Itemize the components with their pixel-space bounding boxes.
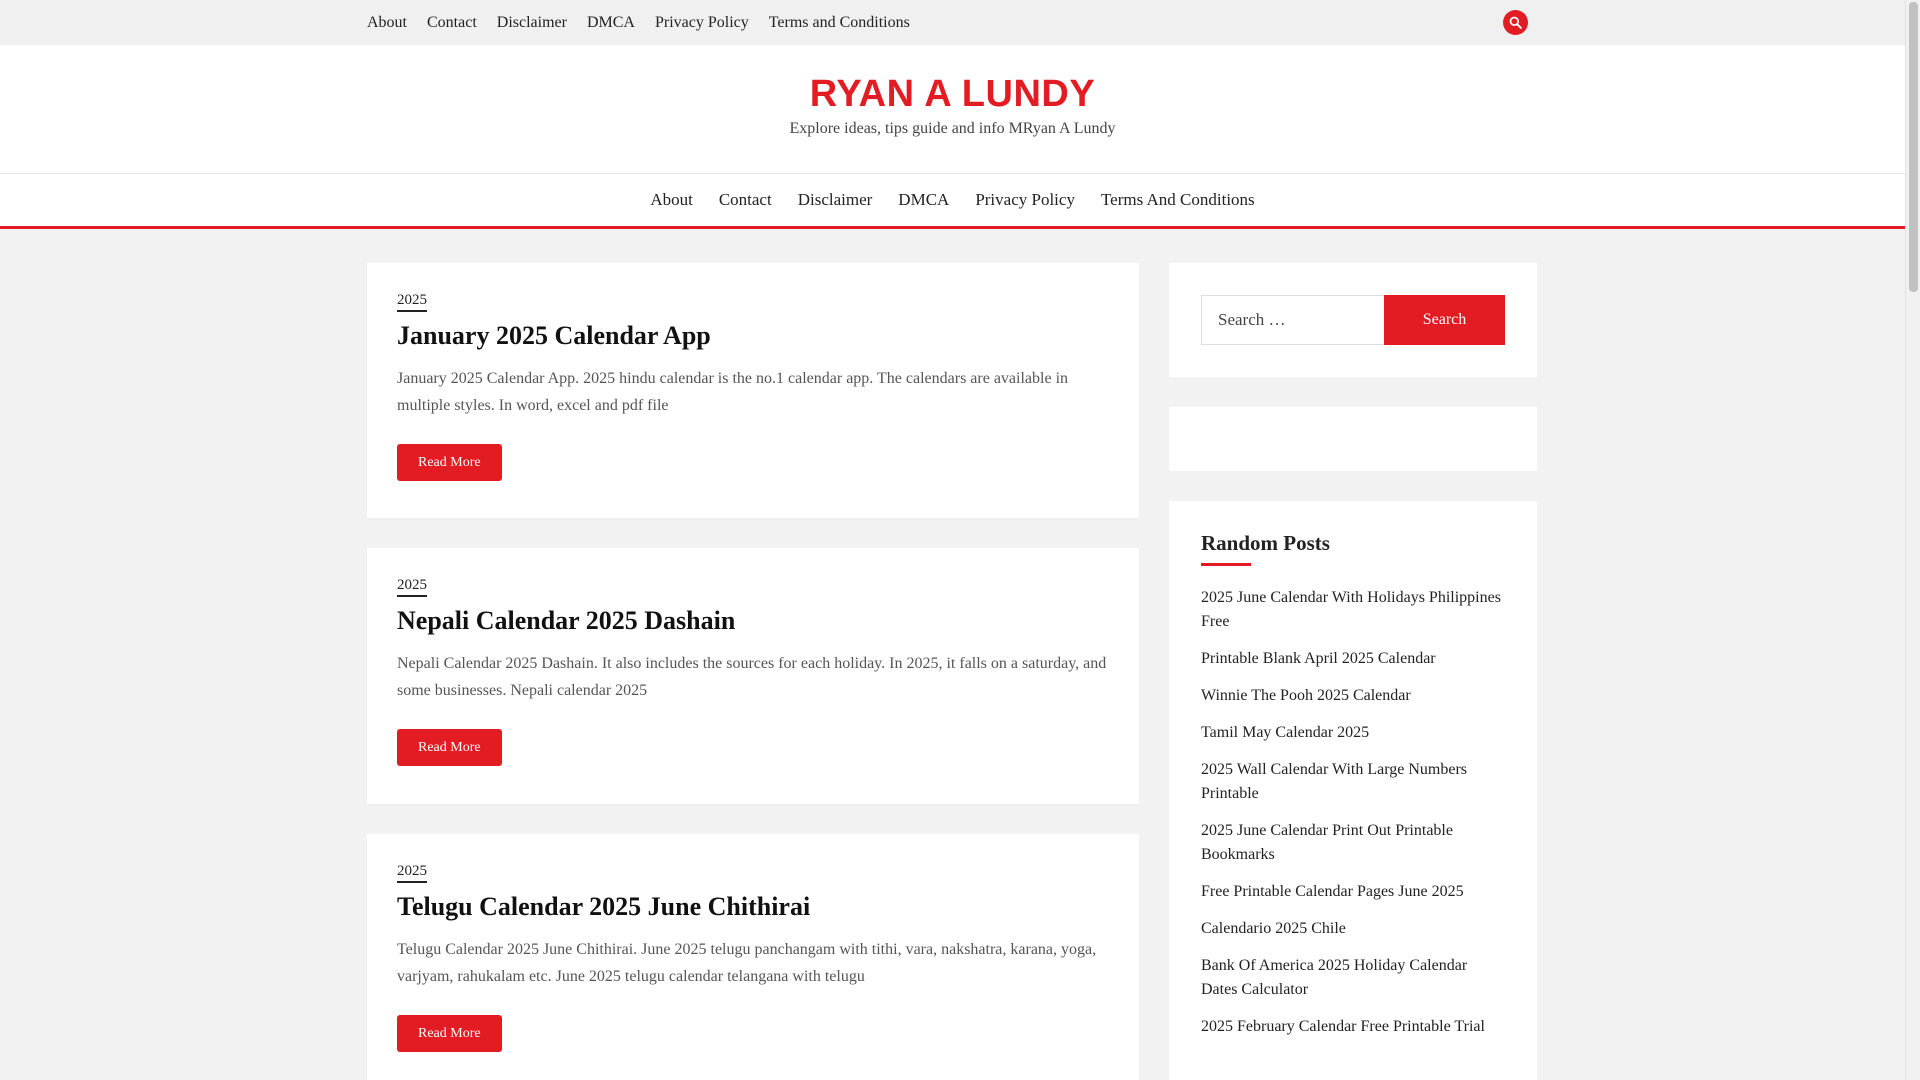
main-nav-privacy-policy[interactable]: Privacy Policy	[975, 190, 1075, 210]
post-card: 2025 Nepali Calendar 2025 Dashain Nepali…	[367, 548, 1139, 804]
top-nav-privacy-policy[interactable]: Privacy Policy	[655, 0, 749, 45]
random-post-link[interactable]: 2025 June Calendar Print Out Printable B…	[1201, 822, 1453, 863]
post-title[interactable]: Nepali Calendar 2025 Dashain	[397, 606, 1109, 636]
post-category[interactable]: 2025	[397, 863, 427, 883]
random-posts-title: Random Posts	[1201, 531, 1330, 566]
random-post-link[interactable]: Winnie The Pooh 2025 Calendar	[1201, 687, 1411, 704]
search-input[interactable]	[1201, 295, 1384, 345]
top-nav: About Contact Disclaimer DMCA Privacy Po…	[367, 0, 910, 45]
main-nav: About Contact Disclaimer DMCA Privacy Po…	[0, 173, 1905, 229]
post-title[interactable]: Telugu Calendar 2025 June Chithirai	[397, 892, 1109, 922]
empty-widget	[1169, 407, 1537, 471]
list-item[interactable]: 2025 June Calendar With Holidays Philipp…	[1201, 586, 1505, 634]
random-post-link[interactable]: 2025 February Calendar Free Printable Tr…	[1201, 1018, 1485, 1035]
random-post-link[interactable]: Bank Of America 2025 Holiday Calendar Da…	[1201, 957, 1467, 998]
random-post-link[interactable]: 2025 June Calendar With Holidays Philipp…	[1201, 589, 1501, 630]
random-post-link[interactable]: Calendario 2025 Chile	[1201, 920, 1346, 937]
top-nav-terms[interactable]: Terms and Conditions	[769, 0, 910, 45]
main-nav-about[interactable]: About	[650, 190, 693, 210]
post-category[interactable]: 2025	[397, 292, 427, 312]
random-post-link[interactable]: 2025 Wall Calendar With Large Numbers Pr…	[1201, 761, 1467, 802]
list-item[interactable]: 2025 Wall Calendar With Large Numbers Pr…	[1201, 758, 1505, 806]
random-posts-list: 2025 June Calendar With Holidays Philipp…	[1201, 586, 1505, 1039]
top-nav-contact[interactable]: Contact	[427, 0, 477, 45]
search-button[interactable]: Search	[1384, 295, 1505, 345]
site-header: RYAN A LUNDY Explore ideas, tips guide a…	[0, 45, 1905, 173]
random-post-link[interactable]: Printable Blank April 2025 Calendar	[1201, 650, 1436, 667]
post-title-link[interactable]: Nepali Calendar 2025 Dashain	[397, 606, 735, 635]
main-nav-disclaimer[interactable]: Disclaimer	[798, 190, 873, 210]
read-more-button[interactable]: Read More	[397, 1015, 502, 1052]
top-bar-inner: About Contact Disclaimer DMCA Privacy Po…	[367, 0, 1528, 45]
top-nav-dmca[interactable]: DMCA	[587, 0, 635, 45]
random-post-link[interactable]: Tamil May Calendar 2025	[1201, 724, 1369, 741]
top-search-button[interactable]	[1503, 10, 1528, 35]
random-posts-widget: Random Posts 2025 June Calendar With Hol…	[1169, 501, 1537, 1080]
post-excerpt: Telugu Calendar 2025 June Chithirai. Jun…	[397, 941, 1097, 985]
list-item[interactable]: Bank Of America 2025 Holiday Calendar Da…	[1201, 954, 1505, 1002]
post-title[interactable]: January 2025 Calendar App	[397, 321, 1109, 351]
top-nav-about[interactable]: About	[367, 0, 407, 45]
read-more-button[interactable]: Read More	[397, 444, 502, 481]
site-description: Explore ideas, tips guide and info MRyan…	[789, 120, 1116, 137]
list-item[interactable]: Tamil May Calendar 2025	[1201, 721, 1505, 745]
list-item[interactable]: Printable Blank April 2025 Calendar	[1201, 647, 1505, 671]
random-post-link[interactable]: Free Printable Calendar Pages June 2025	[1201, 883, 1464, 900]
post-excerpt: January 2025 Calendar App. 2025 hindu ca…	[397, 370, 1069, 414]
list-item[interactable]: Calendario 2025 Chile	[1201, 917, 1505, 941]
site-title[interactable]: RYAN A LUNDY	[0, 73, 1905, 116]
main-nav-dmca[interactable]: DMCA	[898, 190, 949, 210]
post-title-link[interactable]: January 2025 Calendar App	[397, 321, 711, 350]
main-nav-terms[interactable]: Terms And Conditions	[1101, 190, 1255, 210]
search-icon	[1509, 16, 1522, 29]
post-card: 2025 January 2025 Calendar App January 2…	[367, 263, 1139, 518]
scrollbar-thumb[interactable]	[1909, 2, 1918, 292]
list-item[interactable]: 2025 February Calendar Free Printable Tr…	[1201, 1015, 1505, 1039]
list-item[interactable]: 2025 June Calendar Print Out Printable B…	[1201, 819, 1505, 867]
post-title-link[interactable]: Telugu Calendar 2025 June Chithirai	[397, 892, 810, 921]
post-category[interactable]: 2025	[397, 577, 427, 597]
post-card: 2025 Telugu Calendar 2025 June Chithirai…	[367, 834, 1139, 1080]
post-excerpt: Nepali Calendar 2025 Dashain. It also in…	[397, 655, 1107, 699]
read-more-button[interactable]: Read More	[397, 729, 502, 766]
list-item[interactable]: Winnie The Pooh 2025 Calendar	[1201, 684, 1505, 708]
top-nav-disclaimer[interactable]: Disclaimer	[497, 0, 567, 45]
top-bar: About Contact Disclaimer DMCA Privacy Po…	[0, 0, 1905, 45]
list-item[interactable]: Free Printable Calendar Pages June 2025	[1201, 880, 1505, 904]
main-nav-contact[interactable]: Contact	[719, 190, 772, 210]
search-widget: Search	[1169, 263, 1537, 377]
page-scrollbar[interactable]	[1905, 0, 1920, 1080]
